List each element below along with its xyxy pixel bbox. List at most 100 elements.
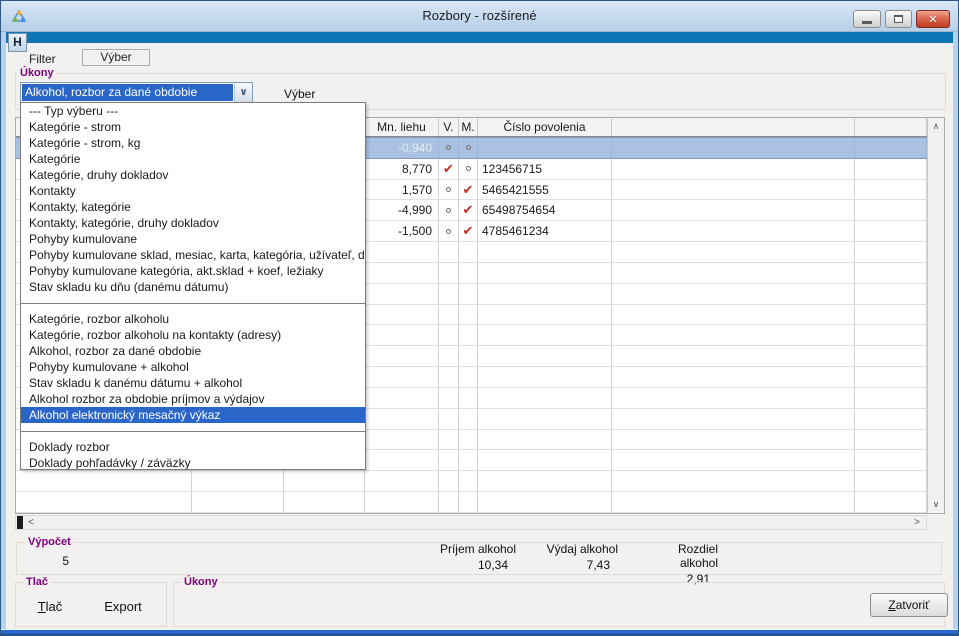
summary-value: 7,43 <box>540 558 618 572</box>
dropdown-item[interactable]: Stav skladu ku dňu (danému dátumu) <box>21 279 365 295</box>
table-cell <box>439 305 459 325</box>
close-window-button[interactable]: ✕ <box>916 10 950 28</box>
scroll-up-icon[interactable]: ∧ <box>933 121 940 132</box>
summary-label: Rozdiel alkohol <box>640 542 718 570</box>
table-cell: 5465421555 <box>478 180 612 200</box>
zatvorit-button[interactable]: Zatvoriť <box>870 593 948 617</box>
table-cell <box>478 409 612 429</box>
table-cell <box>192 471 284 491</box>
table-row[interactable] <box>16 492 927 513</box>
dropdown-item[interactable]: Stav skladu k danému dátumu + alkohol <box>21 375 365 391</box>
table-cell <box>478 284 612 304</box>
table-cell <box>439 492 459 512</box>
column-header[interactable] <box>855 118 927 136</box>
column-header[interactable]: V. <box>439 118 459 136</box>
table-cell: 8,770 <box>365 159 439 179</box>
table-cell <box>16 492 192 512</box>
dropdown-item[interactable]: Kategórie <box>21 151 365 167</box>
dropdown-item-highlighted[interactable]: Alkohol elektronický mesačný výkaz <box>21 407 365 423</box>
table-cell <box>365 346 439 366</box>
dropdown-item[interactable]: Doklady pohľadávky / záväzky <box>21 455 365 470</box>
table-cell <box>855 430 927 450</box>
ring-icon <box>446 145 451 150</box>
report-type-combobox[interactable]: Alkohol, rozbor za dané obdobie ∨ <box>20 82 253 103</box>
dropdown-item[interactable]: Kategórie, rozbor alkoholu na kontakty (… <box>21 327 365 343</box>
dropdown-item[interactable]: Doklady rozbor <box>21 439 365 455</box>
dropdown-item[interactable]: Alkohol, rozbor za dané obdobie <box>21 343 365 359</box>
table-cell <box>439 263 459 283</box>
summary-value: 10,34 <box>438 558 516 572</box>
table-cell <box>365 242 439 262</box>
table-cell <box>459 284 478 304</box>
table-cell <box>365 430 439 450</box>
dropdown-item[interactable]: Kontakty, kategórie <box>21 199 365 215</box>
table-cell <box>365 263 439 283</box>
table-row[interactable] <box>16 471 927 492</box>
table-cell <box>365 471 439 491</box>
dropdown-item[interactable]: Kontakty <box>21 183 365 199</box>
table-cell <box>439 284 459 304</box>
tab-filter[interactable]: Filter <box>29 52 56 66</box>
table-cell <box>855 471 927 491</box>
table-cell <box>855 138 927 158</box>
column-header[interactable]: Číslo povolenia <box>478 118 612 136</box>
table-cell <box>612 305 855 325</box>
checkmark-icon: ✔ <box>443 164 454 174</box>
table-cell <box>855 367 927 387</box>
chevron-down-icon[interactable]: ∨ <box>234 83 252 102</box>
checkmark-icon: ✔ <box>463 205 474 215</box>
hscroll-thumb[interactable] <box>17 516 23 529</box>
print-button[interactable]: Tlač <box>27 599 73 614</box>
ring-icon <box>466 145 471 150</box>
column-header[interactable]: Mn. liehu <box>365 118 439 136</box>
table-cell <box>439 242 459 262</box>
table-cell <box>459 492 478 512</box>
dropdown-item[interactable]: Kategórie, rozbor alkoholu <box>21 311 365 327</box>
dropdown-item[interactable]: Pohyby kumulovane <box>21 231 365 247</box>
table-cell <box>16 471 192 491</box>
scroll-down-icon[interactable]: ∨ <box>933 499 940 510</box>
horizontal-scrollbar[interactable]: < > <box>15 515 927 530</box>
ring-icon <box>466 166 471 171</box>
h-toolbar-button[interactable]: H <box>8 33 27 52</box>
table-cell <box>478 450 612 470</box>
dropdown-item[interactable]: Pohyby kumulovane kategória, akt.sklad +… <box>21 263 365 279</box>
table-cell <box>855 200 927 220</box>
scroll-left-icon[interactable]: < <box>28 517 34 528</box>
ukony-group-label: Úkony <box>17 67 57 79</box>
summary-label: Príjem alkohol <box>438 542 516 556</box>
table-cell <box>478 305 612 325</box>
vertical-scrollbar[interactable]: ∧ ∨ <box>927 118 944 513</box>
table-cell <box>612 221 855 241</box>
table-cell <box>439 367 459 387</box>
scrollbar-corner <box>927 515 945 530</box>
summary-vydaj-alkohol: Výdaj alkohol 7,43 <box>540 542 618 572</box>
table-cell <box>439 430 459 450</box>
dropdown-item[interactable]: Kontakty, kategórie, druhy dokladov <box>21 215 365 231</box>
table-cell-ring <box>459 159 478 179</box>
close-icon: ✕ <box>928 13 937 26</box>
dropdown-item[interactable]: Kategórie - strom <box>21 119 365 135</box>
table-cell <box>478 138 612 158</box>
minimize-button[interactable] <box>853 10 881 28</box>
dropdown-item[interactable]: Pohyby kumulovane sklad, mesiac, karta, … <box>21 247 365 263</box>
column-header[interactable]: M. <box>459 118 478 136</box>
dropdown-item[interactable]: Pohyby kumulovane + alkohol <box>21 359 365 375</box>
table-cell: 4785461234 <box>478 221 612 241</box>
table-cell <box>612 180 855 200</box>
dropdown-item[interactable]: --- Typ výberu --- <box>21 103 365 119</box>
dropdown-item[interactable]: Alkohol rozbor za obdobie príjmov a výda… <box>21 391 365 407</box>
dropdown-item[interactable]: Kategórie, druhy dokladov <box>21 167 365 183</box>
table-cell-check: ✔ <box>459 221 478 241</box>
maximize-button[interactable] <box>885 10 912 28</box>
table-cell <box>459 450 478 470</box>
column-header[interactable] <box>612 118 855 136</box>
scroll-right-icon[interactable]: > <box>914 517 920 528</box>
tab-vyber[interactable]: Výber <box>82 49 150 66</box>
vyber-action-label[interactable]: Výber <box>284 87 315 101</box>
export-button[interactable]: Export <box>93 599 153 614</box>
table-cell <box>439 346 459 366</box>
table-cell <box>855 325 927 345</box>
summary-label: Výdaj alkohol <box>540 542 618 556</box>
dropdown-item[interactable]: Kategórie - strom, kg <box>21 135 365 151</box>
